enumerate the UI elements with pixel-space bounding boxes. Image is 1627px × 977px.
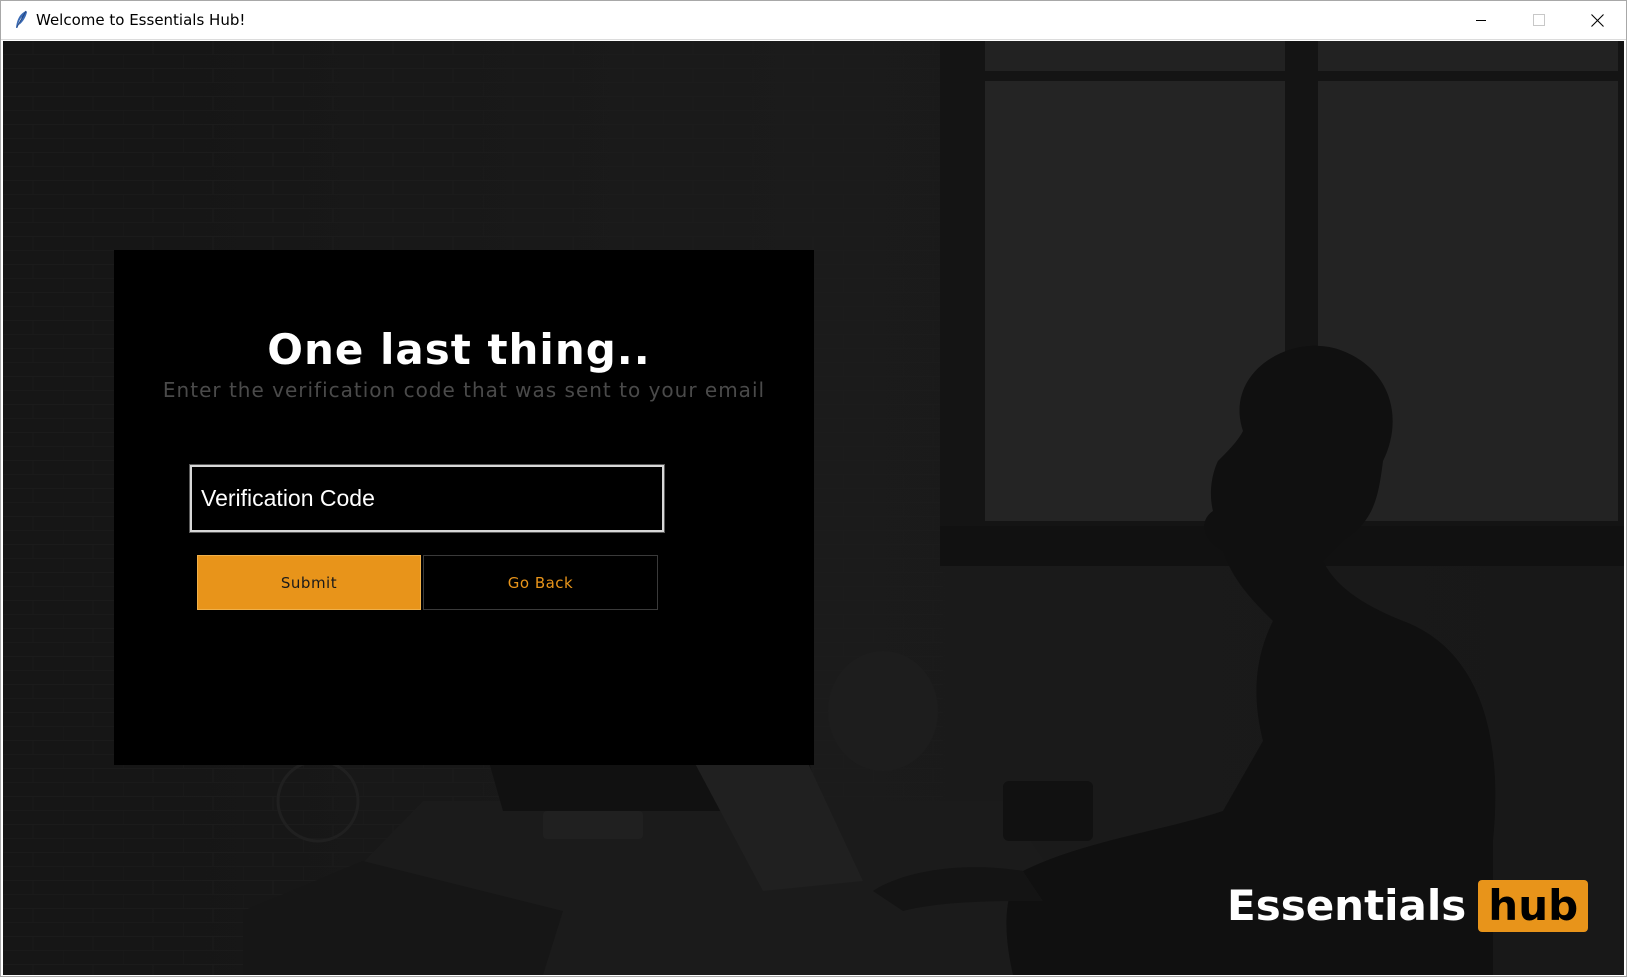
logo-wordmark: Essentials: [1227, 881, 1467, 930]
title-bar[interactable]: Welcome to Essentials Hub!: [1, 1, 1626, 40]
minimize-icon: [1476, 20, 1486, 21]
go-back-button[interactable]: Go Back: [423, 555, 658, 610]
feather-icon: [13, 10, 29, 30]
close-icon: [1590, 13, 1604, 27]
minimize-button[interactable]: [1452, 1, 1510, 39]
app-window: Welcome to Essentials Hub! One last thin…: [0, 0, 1627, 977]
submit-button[interactable]: Submit: [197, 555, 421, 610]
main-content: One last thing.. Enter the verification …: [3, 41, 1624, 975]
window-title: Welcome to Essentials Hub!: [36, 11, 246, 29]
essentials-hub-logo: Essentials hub: [1227, 879, 1589, 933]
verification-card: One last thing.. Enter the verification …: [114, 250, 814, 765]
maximize-icon: [1533, 14, 1545, 26]
page-title: One last thing..: [267, 325, 651, 374]
close-button[interactable]: [1568, 1, 1626, 39]
page-subtitle: Enter the verification code that was sen…: [162, 378, 766, 402]
verification-code-input[interactable]: [189, 464, 665, 533]
logo-badge: hub: [1478, 880, 1589, 932]
maximize-button[interactable]: [1510, 1, 1568, 39]
